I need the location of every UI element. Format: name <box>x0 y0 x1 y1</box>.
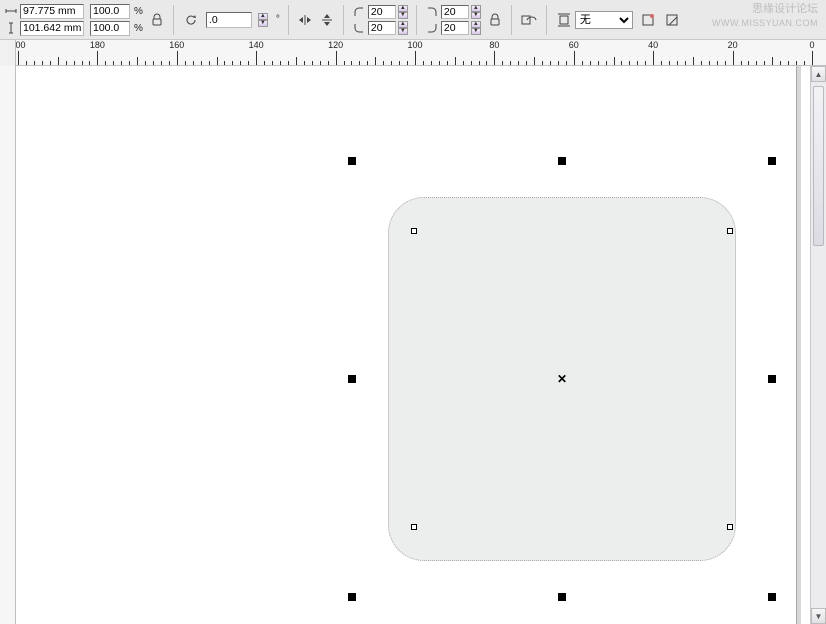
mirror-vertical-button[interactable] <box>319 12 335 28</box>
vertical-scrollbar[interactable]: ▲ ▼ <box>810 66 826 624</box>
canvas[interactable]: ✕ <box>0 66 810 624</box>
rotate-icon <box>182 11 200 29</box>
handle-tl[interactable] <box>348 157 356 165</box>
height-icon <box>4 21 18 35</box>
extra-button-2[interactable] <box>663 11 681 29</box>
ruler-label: 140 <box>249 40 264 50</box>
scroll-down-button[interactable]: ▼ <box>811 608 826 624</box>
ruler-label: 40 <box>648 40 658 50</box>
node-br[interactable] <box>727 524 733 530</box>
extra-button-1[interactable] <box>639 11 657 29</box>
watermark-line2: WWW.MISSYUAN.COM <box>712 16 818 30</box>
rotation-spinner[interactable]: ▲▼ <box>258 13 268 27</box>
corner-br-icon <box>425 21 439 35</box>
ruler-row: 0 20 40 60 80 100 120 140 160 180 200 <box>0 40 826 66</box>
ruler-label: 80 <box>489 40 499 50</box>
corner-br-input[interactable] <box>441 21 469 35</box>
corner-right-group: ▲▼ ▲▼ <box>425 5 481 35</box>
center-marker[interactable]: ✕ <box>557 373 567 385</box>
ruler-corner[interactable] <box>0 40 16 66</box>
handle-bl[interactable] <box>348 593 356 601</box>
degree-unit: ° <box>274 14 280 25</box>
ruler-label: 200 <box>16 40 26 50</box>
ruler-label: 100 <box>407 40 422 50</box>
corner-bl-input[interactable] <box>368 21 396 35</box>
ruler-label: 60 <box>569 40 579 50</box>
handle-bm[interactable] <box>558 593 566 601</box>
horizontal-ruler[interactable]: 0 20 40 60 80 100 120 140 160 180 200 <box>16 40 826 65</box>
corner-tr-spinner[interactable]: ▲▼ <box>471 5 481 19</box>
property-toolbar: % % ▲▼ ° ▲▼ ▲▼ <box>0 0 826 40</box>
corner-bl-icon <box>352 21 366 35</box>
node-bl[interactable] <box>411 524 417 530</box>
node-tr[interactable] <box>727 228 733 234</box>
corner-tr-input[interactable] <box>441 5 469 19</box>
height-input[interactable] <box>20 21 84 36</box>
corner-tr-icon <box>425 5 439 19</box>
scale-x-input[interactable] <box>90 4 130 19</box>
rotation-input[interactable] <box>206 12 252 28</box>
to-curves-button[interactable] <box>520 11 538 29</box>
vertical-ruler[interactable] <box>0 66 16 624</box>
percent-unit: % <box>132 23 143 34</box>
mirror-horizontal-button[interactable] <box>297 12 313 28</box>
corner-left-group: ▲▼ ▲▼ <box>352 5 408 35</box>
width-input[interactable] <box>20 4 84 19</box>
handle-tm[interactable] <box>558 157 566 165</box>
ruler-label: 0 <box>809 40 814 50</box>
ruler-label: 20 <box>728 40 738 50</box>
scale-group: % % <box>90 4 143 36</box>
ruler-label: 180 <box>90 40 105 50</box>
handle-mr[interactable] <box>768 375 776 383</box>
scale-y-input[interactable] <box>90 21 130 36</box>
corner-bl-spinner[interactable]: ▲▼ <box>398 21 408 35</box>
node-tl[interactable] <box>411 228 417 234</box>
page-shadow <box>797 66 801 624</box>
corner-tl-input[interactable] <box>368 5 396 19</box>
handle-ml[interactable] <box>348 375 356 383</box>
wrap-icon <box>555 11 573 29</box>
scroll-up-button[interactable]: ▲ <box>811 66 826 82</box>
ruler-label: 120 <box>328 40 343 50</box>
corner-tl-spinner[interactable]: ▲▼ <box>398 5 408 19</box>
wrap-select[interactable]: 无 <box>575 11 633 29</box>
watermark: 思缘设计论坛 WWW.MISSYUAN.COM <box>712 2 818 30</box>
lock-ratio-icon[interactable] <box>149 12 165 28</box>
ruler-label: 160 <box>169 40 184 50</box>
corner-br-spinner[interactable]: ▲▼ <box>471 21 481 35</box>
handle-tr[interactable] <box>768 157 776 165</box>
percent-unit: % <box>132 6 143 17</box>
handle-br[interactable] <box>768 593 776 601</box>
scroll-thumb[interactable] <box>813 86 824 246</box>
size-group <box>4 4 84 36</box>
wrap-group: 无 <box>555 11 633 29</box>
watermark-line1: 思缘设计论坛 <box>712 2 818 16</box>
lock-corners-icon[interactable] <box>487 12 503 28</box>
corner-tl-icon <box>352 5 366 19</box>
width-icon <box>4 4 18 18</box>
